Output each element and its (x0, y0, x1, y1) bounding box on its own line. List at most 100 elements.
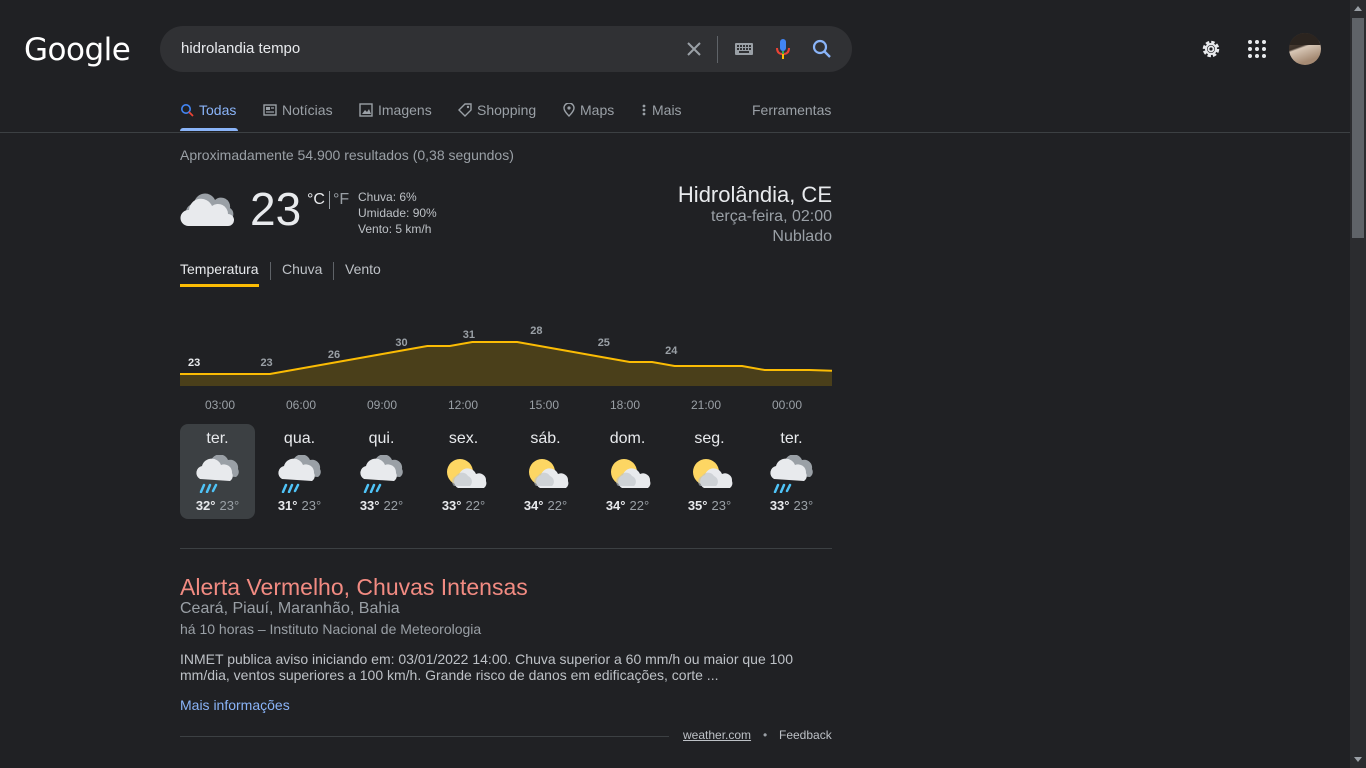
forecast-day[interactable]: qua. 31° 23° (262, 424, 337, 519)
hour-label: 03:00 (204, 398, 236, 412)
humidity: Umidade: 90% (358, 206, 437, 220)
feedback-link[interactable]: Feedback (779, 728, 832, 742)
microphone-icon (776, 39, 790, 59)
forecast-temps: 34° 22° (590, 498, 665, 513)
alert-regions: Ceará, Piauí, Maranhão, Bahia (180, 600, 400, 617)
partly-sunny-icon (508, 450, 583, 498)
forecast-high: 33° (769, 498, 790, 513)
scroll-down-button[interactable] (1350, 752, 1366, 768)
image-icon (359, 103, 373, 117)
weather-tab-divider (333, 262, 334, 280)
scrollbar-thumb[interactable] (1352, 18, 1364, 238)
tab-todas[interactable]: Todas (180, 102, 236, 118)
temperature-value-label: 31 (463, 329, 475, 341)
forecast-day-name: qui. (368, 430, 395, 447)
search-icon (181, 104, 194, 117)
search-input[interactable]: hidrolandia tempo (181, 40, 300, 57)
forecast-high: 33° (359, 498, 380, 513)
forecast-temps: 31° 23° (262, 498, 337, 513)
forecast-low: 23° (219, 498, 240, 513)
cloudy-icon (180, 186, 238, 235)
hour-label: 06:00 (285, 398, 317, 412)
section-divider (180, 548, 832, 549)
tab-label: Imagens (378, 102, 432, 118)
tag-icon (458, 103, 472, 117)
more-info-link[interactable]: Mais informações (180, 697, 290, 713)
forecast-day[interactable]: qui. 33° 22° (344, 424, 419, 519)
google-logo[interactable]: Google (24, 32, 131, 68)
unit-fahrenheit[interactable]: °F (333, 191, 349, 209)
tab-noticias[interactable]: Notícias (263, 102, 333, 118)
search-box[interactable]: hidrolandia tempo (160, 26, 852, 72)
apps-button[interactable] (1244, 36, 1270, 62)
forecast-low: 23° (301, 498, 322, 513)
forecast-temps: 33° 23° (754, 498, 829, 513)
tab-label: Maps (580, 102, 615, 118)
forecast-high: 31° (277, 498, 298, 513)
location-block: Hidrolândia, CE terça-feira, 02:00 Nubla… (678, 183, 832, 247)
forecast-day-name: ter. (206, 430, 229, 447)
hour-label: 09:00 (366, 398, 398, 412)
avatar-hair (1289, 33, 1321, 45)
forecast-day-name: seg. (694, 430, 725, 447)
alert-title[interactable]: Alerta Vermelho, Chuvas Intensas (180, 574, 528, 601)
tab-imagens[interactable]: Imagens (359, 102, 432, 118)
unit-divider (329, 191, 330, 209)
search-button[interactable] (811, 38, 833, 60)
search-divider (717, 36, 718, 63)
hour-label: 18:00 (609, 398, 641, 412)
daily-forecast: ter. 32° 23° qua. 31° 23° qui. 33° 22° sex. 33° 22°… (180, 424, 832, 519)
forecast-day[interactable]: ter. 32° 23° (180, 424, 255, 519)
account-avatar[interactable] (1289, 33, 1321, 65)
forecast-day[interactable]: dom. 34° 22° (590, 424, 665, 519)
forecast-day-name: sex. (448, 430, 479, 447)
apps-grid-icon (1248, 40, 1266, 58)
pin-icon (563, 103, 575, 117)
keyboard-button[interactable] (732, 38, 756, 60)
forecast-high: 33° (441, 498, 462, 513)
source-link[interactable]: weather.com (683, 728, 751, 742)
forecast-day[interactable]: sáb. 34° 22° (508, 424, 583, 519)
forecast-low: 22° (547, 498, 568, 513)
clear-button[interactable] (684, 39, 704, 59)
forecast-day-name: sáb. (530, 430, 561, 447)
tab-maps[interactable]: Maps (563, 102, 614, 118)
location-datetime: terça-feira, 02:00 (711, 208, 832, 225)
unit-celsius[interactable]: °C (307, 191, 325, 209)
forecast-day[interactable]: sex. 33° 22° (426, 424, 501, 519)
weather-condition: Nublado (772, 228, 832, 245)
partly-sunny-icon (590, 450, 665, 498)
precipitation-chance: Chuva: 6% (358, 190, 417, 204)
alert-source: há 10 horas – Instituto Nacional de Mete… (180, 621, 482, 637)
rain-cloud-icon (344, 450, 419, 498)
voice-search-button[interactable] (772, 37, 794, 61)
weather-tab-divider (270, 262, 271, 280)
footer-divider (180, 736, 669, 737)
forecast-day[interactable]: ter. 33° 23° (754, 424, 829, 519)
forecast-low: 22° (383, 498, 404, 513)
temperature-value-label: 23 (188, 357, 200, 369)
tab-chuva[interactable]: Chuva (282, 261, 322, 277)
scroll-up-button[interactable] (1350, 0, 1366, 16)
tab-temperatura[interactable]: Temperatura (180, 261, 259, 277)
forecast-low: 23° (711, 498, 732, 513)
weather-details: Chuva: 6% Umidade: 90% Vento: 5 km/h (358, 189, 437, 237)
forecast-temps: 34° 22° (508, 498, 583, 513)
forecast-day-name: dom. (609, 430, 646, 447)
tab-shopping[interactable]: Shopping (458, 102, 536, 118)
tab-label: Mais (652, 102, 682, 118)
scrollbar[interactable] (1350, 0, 1366, 768)
forecast-high: 35° (687, 498, 708, 513)
settings-button[interactable] (1198, 36, 1224, 62)
tools-button[interactable]: Ferramentas (752, 102, 831, 118)
arrow-down-icon (1354, 757, 1362, 762)
tab-mais[interactable]: Mais (641, 102, 682, 118)
forecast-temps: 35° 23° (672, 498, 747, 513)
partly-sunny-icon (426, 450, 501, 498)
tab-label: Shopping (477, 102, 537, 118)
forecast-day[interactable]: seg. 35° 23° (672, 424, 747, 519)
tab-vento[interactable]: Vento (345, 261, 381, 277)
temperature-value-label: 25 (598, 337, 610, 349)
location-name: Hidrolândia, CE (677, 182, 832, 207)
arrow-up-icon (1354, 6, 1362, 11)
